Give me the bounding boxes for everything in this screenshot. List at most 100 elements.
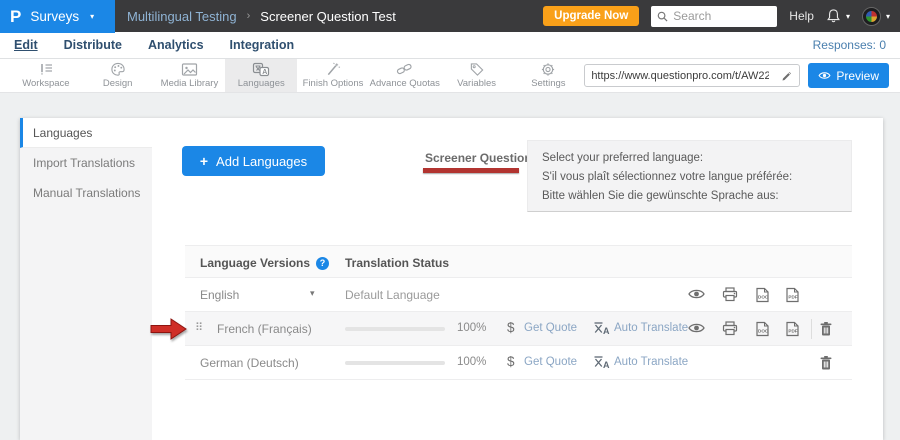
breadcrumb-folder[interactable]: Multilingual Testing (127, 9, 237, 24)
translation-progress-bar (345, 361, 445, 365)
responses-count[interactable]: Responses: 0 (813, 38, 886, 52)
svg-text:A: A (262, 69, 267, 76)
chain-links-icon (396, 62, 413, 77)
tab-edit[interactable]: Edit (14, 38, 38, 52)
svg-text:A: A (603, 326, 610, 335)
auto-translate-link[interactable]: Auto Translate (614, 356, 688, 368)
tab-analytics[interactable]: Analytics (148, 38, 204, 52)
sidebar-item-languages[interactable]: Languages (20, 118, 152, 148)
add-languages-button[interactable]: + Add Languages (182, 146, 325, 176)
preview-label: Preview (836, 69, 879, 83)
chevron-down-icon: ▾ (90, 12, 94, 21)
table-row-english: English ▾ Default Language DOC PDF (185, 278, 852, 312)
toolbar-item-languages[interactable]: A Languages (225, 59, 297, 92)
print-language-button[interactable] (722, 321, 738, 341)
help-link[interactable]: Help (789, 9, 814, 23)
workspace-icon (38, 62, 54, 77)
toolbar-item-advance-quotas[interactable]: Advance Quotas (369, 59, 441, 92)
eye-icon (688, 322, 705, 334)
language-versions-table: Language Versions ? Translation Status E… (185, 245, 852, 380)
chevron-down-icon: ▾ (846, 12, 850, 21)
progress-percent: 100% (457, 356, 486, 368)
avatar (862, 7, 881, 26)
tag-icon (469, 62, 485, 77)
search-input[interactable] (673, 9, 763, 23)
toolbar-item-label: Finish Options (303, 78, 364, 89)
progress-percent: 100% (457, 322, 486, 334)
pdf-file-icon: PDF (785, 287, 800, 303)
sidebar-item-import-translations[interactable]: Import Translations (20, 148, 152, 178)
column-label: Language Versions (200, 256, 310, 270)
add-languages-label: Add Languages (216, 154, 307, 169)
default-language-label: Default Language (345, 288, 440, 302)
printer-icon (722, 321, 738, 336)
tab-integration[interactable]: Integration (230, 38, 295, 52)
print-language-button[interactable] (722, 287, 738, 307)
get-quote-link[interactable]: Get Quote (524, 322, 577, 334)
auto-translate-icon[interactable]: A (593, 321, 610, 340)
get-quote-link[interactable]: Get Quote (524, 356, 577, 368)
table-header-row: Language Versions ? Translation Status (185, 245, 852, 278)
toolbar-item-variables[interactable]: Variables (441, 59, 513, 92)
default-language-dropdown[interactable]: ▾ (310, 288, 315, 299)
edit-url-button[interactable] (775, 65, 799, 86)
screener-line-french: S'il vous plaît sélectionnez votre langu… (542, 168, 837, 187)
table-row-german: German (Deutsch) 100% $ Get Quote A Auto… (185, 346, 852, 380)
screener-line-german: Bitte wählen Sie die gewünschte Sprache … (542, 187, 837, 206)
top-bar: P Surveys ▾ Multilingual Testing › Scree… (0, 0, 900, 32)
languages-panel: Languages Import Translations Manual Tra… (20, 118, 883, 440)
language-name: English (200, 288, 239, 302)
breadcrumb: Multilingual Testing › Screener Question… (127, 9, 396, 24)
media-image-icon (181, 62, 198, 77)
trash-icon (819, 321, 833, 337)
languages-icon: A (252, 62, 270, 77)
toolbar-item-settings[interactable]: Settings (512, 59, 584, 92)
screener-question-label: Screener Question : (425, 151, 539, 165)
toolbar-item-label: Design (103, 78, 133, 89)
pencil-icon (781, 70, 793, 82)
global-search[interactable] (651, 6, 777, 27)
eye-icon (688, 288, 705, 300)
dollar-icon[interactable]: $ (507, 320, 515, 335)
dollar-icon[interactable]: $ (507, 354, 515, 369)
magic-wand-icon (325, 62, 341, 77)
breadcrumb-separator-icon: › (247, 10, 251, 22)
search-icon (657, 11, 668, 22)
product-switcher[interactable]: P Surveys ▾ (0, 0, 115, 33)
export-pdf-button[interactable]: PDF (785, 321, 800, 342)
notifications-menu[interactable]: ▾ (826, 8, 850, 24)
export-pdf-button[interactable]: PDF (785, 287, 800, 308)
account-menu[interactable]: ▾ (862, 7, 890, 26)
preview-language-button[interactable] (688, 287, 705, 305)
auto-translate-icon[interactable]: A (593, 355, 610, 374)
red-underline-annotation (423, 168, 519, 173)
toolbar-item-workspace[interactable]: Workspace (10, 59, 82, 92)
toolbar-item-label: Advance Quotas (370, 78, 440, 89)
toolbar-item-media-library[interactable]: Media Library (154, 59, 226, 92)
sidebar-item-manual-translations[interactable]: Manual Translations (20, 178, 152, 208)
eye-icon (818, 71, 831, 80)
trash-icon (819, 355, 833, 371)
preview-button[interactable]: Preview (808, 63, 889, 88)
delete-language-button[interactable] (819, 355, 833, 376)
preview-language-button[interactable] (688, 321, 705, 339)
export-doc-button[interactable]: DOC (755, 321, 770, 342)
svg-text:DOC: DOC (758, 295, 769, 300)
screener-question-preview: Select your preferred language: S'il vou… (527, 140, 852, 212)
red-arrow-annotation (150, 316, 188, 342)
survey-nav: Edit Distribute Analytics Integration Re… (0, 32, 900, 59)
pdf-file-icon: PDF (785, 321, 800, 337)
survey-url-input[interactable] (585, 70, 775, 82)
svg-text:A: A (603, 360, 610, 369)
plus-icon: + (200, 153, 208, 169)
help-icon[interactable]: ? (316, 257, 329, 270)
toolbar-item-finish-options[interactable]: Finish Options (297, 59, 369, 92)
upgrade-now-button[interactable]: Upgrade Now (543, 6, 639, 26)
auto-translate-link[interactable]: Auto Translate (614, 322, 688, 334)
tab-distribute[interactable]: Distribute (64, 38, 122, 52)
delete-language-button[interactable] (819, 321, 833, 342)
drag-handle-icon[interactable]: ⠿ (195, 321, 202, 334)
translation-progress-bar (345, 327, 445, 331)
export-doc-button[interactable]: DOC (755, 287, 770, 308)
toolbar-item-design[interactable]: Design (82, 59, 154, 92)
